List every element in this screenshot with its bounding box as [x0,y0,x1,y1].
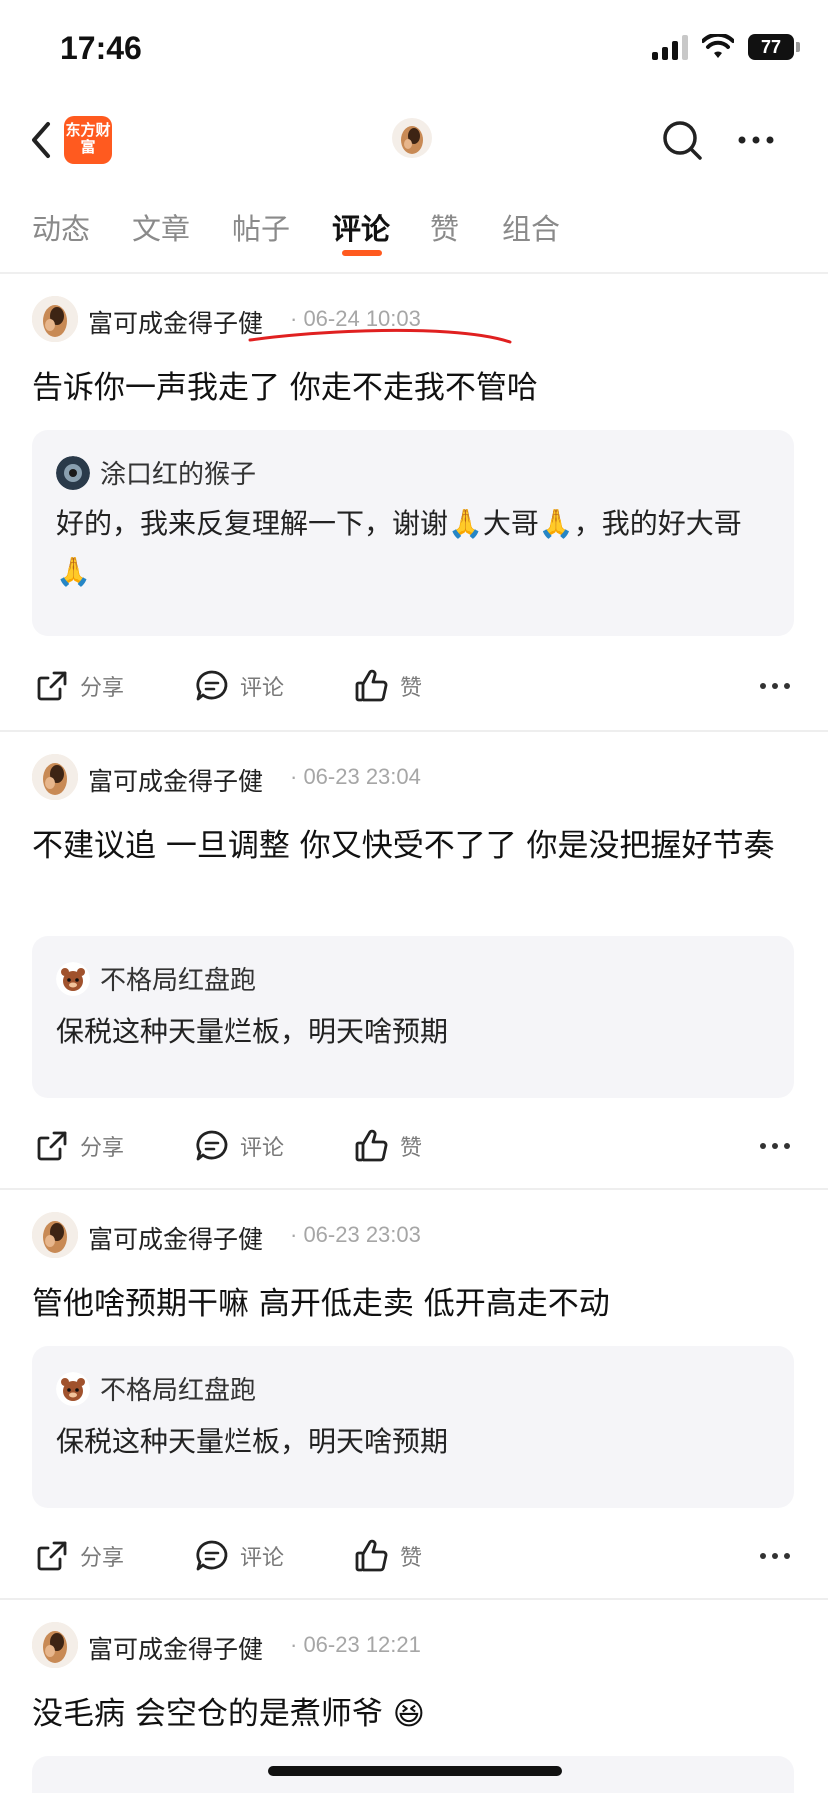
comment-timestamp: · 06-23 12:21 [290,1632,421,1657]
quoted-text: 保税这种天量烂板，明天啥预期 [56,1015,449,1048]
comment-timestamp: · 06-23 23:04 [290,764,421,789]
wifi-icon [702,34,734,58]
divider [0,1188,828,1190]
comment-label: 评论 [240,676,285,701]
quoted-text: 保税这种天量烂板，明天啥预期 [56,1425,449,1458]
quoted-author-name: 不格局红盘跑 [100,1376,257,1406]
comment-button[interactable]: 评论 [194,1128,284,1164]
share-button[interactable]: 分享 [34,668,124,704]
nav-bar: 东方财富 [0,100,828,180]
tab-portfolio[interactable]: 组合 [502,206,560,248]
more-options-icon[interactable] [734,118,778,162]
battery-icon: 77 [748,34,800,60]
divider [0,272,828,274]
author-name[interactable]: 富可成金得子健 [88,1220,263,1256]
share-icon [37,671,67,701]
share-icon [37,1131,67,1161]
tab-dynamics[interactable]: 动态 [32,206,90,248]
quoted-post[interactable]: 不格局红盘跑 保税这种天量烂板，明天啥预期 [32,1346,794,1508]
quoted-author: 不格局红盘跑 [56,960,256,997]
brand-logo: 东方财富 [64,116,112,164]
avatar[interactable] [32,296,78,342]
quoted-post[interactable]: 涂口红的猴子 好的，我来反复理解一下，谢谢🙏大哥🙏，我的好大哥🙏 [32,430,794,636]
comment-text[interactable]: 告诉你一声我走了 你走不走我不管哈 [32,364,802,412]
home-indicator[interactable] [268,1766,562,1776]
comment-timestamp: · 06-23 23:03 [290,1222,421,1247]
quoted-author-name: 涂口红的猴子 [100,460,257,490]
more-options-icon[interactable] [758,676,792,696]
avatar [56,455,90,490]
like-label: 赞 [400,1136,423,1161]
like-button[interactable]: 赞 [354,1538,422,1574]
comment-item: 富可成金得子健 · 06-23 23:03 管他啥预期干嘛 高开低走卖 低开高走… [0,1212,828,1592]
tab-likes[interactable]: 赞 [430,206,459,248]
avatar [56,961,90,996]
author-name[interactable]: 富可成金得子健 [88,304,263,340]
like-label: 赞 [400,1546,423,1571]
comment-icon [196,670,228,701]
tab-bar: 动态 文章 帖子 评论 赞 组合 [0,190,828,270]
comment-icon [196,1540,228,1571]
avatar[interactable] [32,1212,78,1258]
comment-button[interactable]: 评论 [194,1538,284,1574]
comment-item: 富可成金得子健 · 06-23 23:04 不建议追 一旦调整 你又快受不了了 … [0,754,828,1184]
quoted-author-name: 不格局红盘跑 [100,966,257,996]
author-name[interactable]: 富可成金得子健 [88,762,263,798]
search-icon[interactable] [660,118,704,162]
like-button[interactable]: 赞 [354,668,422,704]
status-icons: 77 [652,34,800,60]
avatar[interactable] [32,1622,78,1668]
share-button[interactable]: 分享 [34,1128,124,1164]
quoted-text: 好的，我来反复理解一下，谢谢🙏大哥🙏，我的好大哥🙏 [56,507,742,588]
active-tab-indicator [342,250,382,256]
more-options-icon[interactable] [758,1136,792,1156]
thumbs-up-icon [355,669,388,702]
status-bar: 17:46 77 [0,0,828,100]
divider [0,730,828,732]
share-icon [37,1541,67,1571]
action-bar: 分享 评论 赞 [0,1538,828,1588]
thumbs-up-icon [355,1129,388,1162]
quoted-author: 不格局红盘跑 [56,1370,256,1407]
red-underline-annotation [248,328,512,344]
action-bar: 分享 评论 赞 [0,1128,828,1178]
profile-avatar[interactable] [392,118,432,158]
status-time: 17:46 [60,30,142,66]
divider [0,1598,828,1600]
comment-icon [196,1130,228,1161]
quoted-post[interactable]: 不格局红盘跑 保税这种天量烂板，明天啥预期 [32,936,794,1098]
comment-button[interactable]: 评论 [194,668,284,704]
quoted-author: 涂口红的猴子 [56,454,256,491]
comment-text[interactable]: 没毛病 会空仓的是煮师爷 😆 [32,1690,802,1738]
comment-text[interactable]: 管他啥预期干嘛 高开低走卖 低开高走不动 [32,1280,802,1328]
share-label: 分享 [80,1136,125,1161]
avatar [56,1371,90,1406]
more-options-icon[interactable] [758,1546,792,1566]
back-arrow-icon[interactable] [26,120,56,160]
thumbs-up-icon [355,1539,388,1572]
share-label: 分享 [80,1546,125,1571]
like-button[interactable]: 赞 [354,1128,422,1164]
comment-label: 评论 [240,1136,285,1161]
tab-articles[interactable]: 文章 [132,206,190,248]
share-button[interactable]: 分享 [34,1538,124,1574]
comment-label: 评论 [240,1546,285,1571]
comment-item: 富可成金得子健 · 06-24 10:03 告诉你一声我走了 你走不走我不管哈 … [0,296,828,732]
share-label: 分享 [80,676,125,701]
comment-text[interactable]: 不建议追 一旦调整 你又快受不了了 你是没把握好节奏 [32,822,802,870]
tab-posts[interactable]: 帖子 [232,206,290,248]
avatar[interactable] [32,754,78,800]
author-name[interactable]: 富可成金得子健 [88,1630,263,1666]
like-label: 赞 [400,676,423,701]
cellular-signal-icon [652,34,688,60]
action-bar: 分享 评论 赞 [0,668,828,718]
tab-comments[interactable]: 评论 [332,206,390,248]
